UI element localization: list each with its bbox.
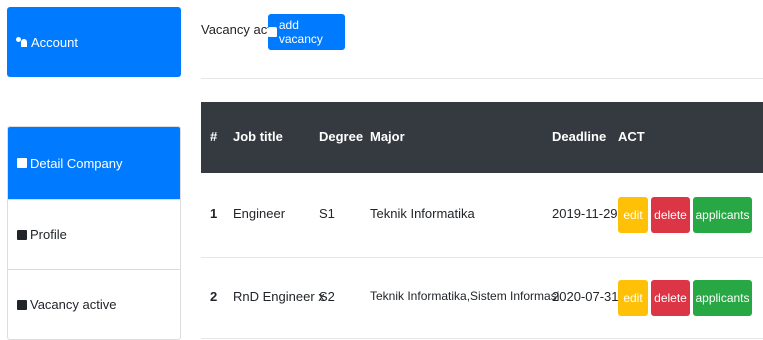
edit-label: edit [623, 291, 643, 305]
edit-button[interactable]: edit [618, 280, 648, 316]
applicants-label: applicants [695, 208, 750, 222]
row-number: 1 [210, 206, 218, 221]
degree: S1 [319, 206, 335, 221]
delete-label: delete [654, 208, 687, 222]
sidebar-menu: Detail Company Profile Vacancy active [7, 126, 181, 340]
degree: S2 [319, 289, 335, 304]
clipboard-icon [17, 299, 27, 310]
job-title: RnD Engineer x [233, 289, 325, 304]
deadline: 2020-07-31 [552, 289, 619, 304]
deadline: 2019-11-29 [552, 206, 618, 221]
applicants-button[interactable]: applicants [693, 280, 752, 316]
column-header-deadline: Deadline [552, 129, 607, 144]
sidebar-item-vacancy-active[interactable]: Vacancy active [8, 269, 180, 339]
table-row: 1 Engineer S1 Teknik Informatika 2019-11… [201, 173, 763, 258]
sidebar-item-profile[interactable]: Profile [8, 199, 180, 269]
delete-button[interactable]: delete [651, 280, 690, 316]
major: Teknik Informatika [370, 206, 475, 221]
applicants-label: applicants [695, 291, 750, 305]
job-title: Engineer [233, 206, 286, 221]
sidebar-item-label: Profile [30, 227, 67, 242]
add-vacancy-button[interactable]: add vacancy [268, 14, 345, 50]
applicants-button[interactable]: applicants [693, 197, 752, 233]
sidebar-item-label: Account [31, 34, 78, 50]
id-card-icon [17, 158, 27, 168]
major: Teknik Informatika,Sistem Informasi [370, 289, 560, 303]
column-header-act: ACT [618, 129, 645, 144]
user-tie-icon [268, 27, 277, 37]
delete-label: delete [654, 291, 687, 305]
sidebar-item-detail-company[interactable]: Detail Company [8, 127, 180, 199]
column-header-degree: Degree [319, 129, 364, 144]
sidebar-item-account[interactable]: Account [7, 7, 181, 77]
divider [201, 78, 763, 79]
sidebar-item-label: Vacancy active [30, 297, 117, 312]
row-number: 2 [210, 289, 218, 304]
sidebar-item-label: Detail Company [30, 155, 123, 171]
users-icon [16, 37, 28, 47]
column-header-job-title: Job title [233, 129, 283, 144]
delete-button[interactable]: delete [651, 197, 690, 233]
column-header-number: # [210, 129, 218, 144]
column-header-major: Major [370, 129, 405, 144]
add-vacancy-label: add vacancy [278, 18, 323, 46]
table-header: # Job title Degree Major Deadline ACT [201, 102, 763, 173]
edit-button[interactable]: edit [618, 197, 648, 233]
columns-icon [17, 229, 27, 240]
table-row: 2 RnD Engineer x S2 Teknik Informatika,S… [201, 258, 763, 339]
edit-label: edit [623, 208, 643, 222]
vacancy-table: # Job title Degree Major Deadline ACT 1 … [201, 102, 763, 339]
